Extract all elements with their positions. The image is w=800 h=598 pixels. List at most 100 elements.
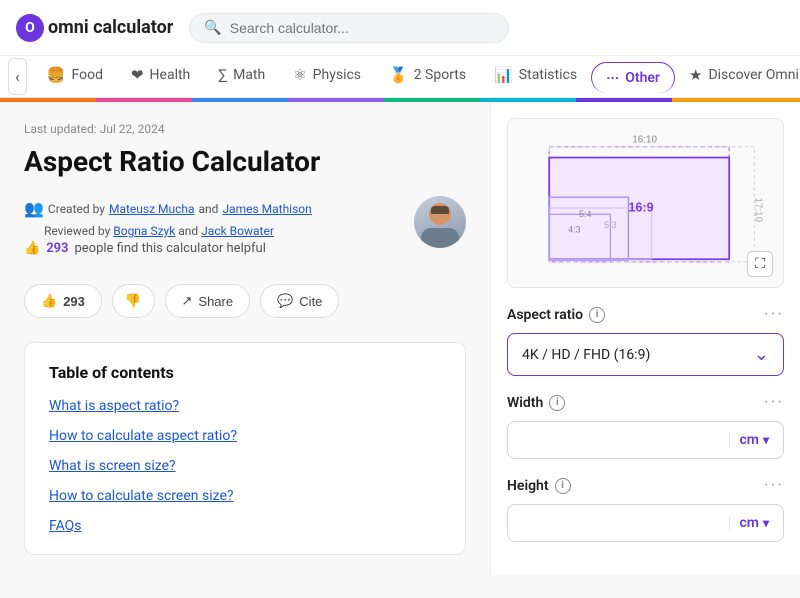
- aspect-ratio-label: Aspect ratio i: [507, 307, 605, 323]
- aspect-ratio-value: 4K / HD / FHD (16:9): [522, 347, 650, 363]
- tab-discover-label: Discover Omni: [708, 67, 798, 83]
- author4-link[interactable]: Jack Bowater: [201, 224, 274, 238]
- toc-item-2[interactable]: What is screen size?: [49, 458, 441, 474]
- logo-icon: O: [16, 14, 44, 42]
- main-content: Last updated: Jul 22, 2024 Aspect Ratio …: [0, 102, 800, 575]
- nav-back-button[interactable]: ‹: [8, 58, 27, 95]
- width-more[interactable]: ···: [764, 392, 784, 413]
- food-icon: 🍔: [47, 66, 66, 84]
- tab-physics[interactable]: ⚛ Physics: [279, 56, 375, 97]
- created-by-label: Created by: [48, 200, 105, 219]
- author2-link[interactable]: James Mathison: [222, 200, 311, 219]
- helpful-count: 293: [46, 241, 68, 256]
- table-of-contents: Table of contents What is aspect ratio? …: [24, 342, 466, 555]
- aspect-ratio-info-icon[interactable]: i: [589, 307, 605, 323]
- height-unit-select[interactable]: cm ▾: [729, 515, 770, 531]
- ratio-svg: 16:10 17:10 16:9 5:4 4:3 5:3: [524, 135, 767, 271]
- search-icon: 🔍: [204, 20, 221, 36]
- search-input[interactable]: [230, 20, 495, 36]
- last-updated: Last updated: Jul 22, 2024: [24, 122, 466, 136]
- physics-icon: ⚛: [293, 66, 306, 84]
- dislike-icon: 👎: [125, 293, 142, 308]
- svg-text:4:3: 4:3: [568, 224, 581, 234]
- tab-statistics-label: Statistics: [519, 67, 577, 83]
- thumbsup-icon: 👍: [24, 241, 40, 256]
- logo-text: omni calculator: [48, 17, 173, 38]
- dislike-button[interactable]: 👎: [112, 284, 155, 318]
- search-bar[interactable]: 🔍: [189, 13, 509, 43]
- fullscreen-button[interactable]: ⛶: [747, 251, 773, 277]
- tab-health-label: Health: [150, 67, 191, 83]
- tab-physics-label: Physics: [313, 67, 361, 83]
- authors-section: 👥 Created by Mateusz Mucha and James Mat…: [24, 196, 466, 272]
- height-info-icon[interactable]: i: [555, 478, 571, 494]
- author1-link[interactable]: Mateusz Mucha: [109, 200, 195, 219]
- width-header: Width i ···: [507, 392, 784, 413]
- action-buttons: 👍 293 👎 ↗ Share 💬 Cite: [24, 284, 466, 318]
- tab-food-label: Food: [72, 67, 103, 83]
- fullscreen-icon: ⛶: [755, 256, 765, 272]
- toc-item-4[interactable]: FAQs: [49, 518, 441, 534]
- svg-text:5:3: 5:3: [604, 220, 617, 230]
- health-icon: ❤: [131, 66, 144, 84]
- svg-text:16:10: 16:10: [632, 135, 657, 145]
- tab-other[interactable]: ··· Other: [591, 62, 675, 93]
- width-unit-select[interactable]: cm ▾: [729, 432, 770, 448]
- author3-link[interactable]: Bogna Szyk: [113, 224, 175, 238]
- height-unit-label: cm: [740, 515, 759, 531]
- aspect-ratio-field: Aspect ratio i ··· 4K / HD / FHD (16:9) …: [507, 304, 784, 376]
- aspect-ratio-more[interactable]: ···: [764, 304, 784, 325]
- aspect-ratio-header: Aspect ratio i ···: [507, 304, 784, 325]
- toc-item-3[interactable]: How to calculate screen size?: [49, 488, 441, 504]
- toc-item-1[interactable]: How to calculate aspect ratio?: [49, 428, 441, 444]
- authors-icon: 👥: [24, 196, 44, 222]
- ratio-diagram: 16:10 17:10 16:9 5:4 4:3 5:3 ⛶: [507, 118, 784, 288]
- width-unit-label: cm: [740, 432, 759, 448]
- toc-item-0[interactable]: What is aspect ratio?: [49, 398, 441, 414]
- tab-math[interactable]: ∑ Math: [204, 56, 279, 97]
- share-icon: ↗: [182, 293, 193, 309]
- tab-sports-label: 2 Sports: [414, 67, 466, 83]
- cite-icon: 💬: [277, 293, 293, 309]
- width-info-icon[interactable]: i: [549, 395, 565, 411]
- width-input-row: cm ▾: [507, 421, 784, 459]
- tab-food[interactable]: 🍔 Food: [33, 56, 117, 97]
- cite-button[interactable]: 💬 Cite: [260, 284, 339, 318]
- height-header: Height i ···: [507, 475, 784, 496]
- right-panel: 16:10 17:10 16:9 5:4 4:3 5:3 ⛶ Aspect ra…: [490, 102, 800, 575]
- reviewed-by-label: Reviewed by: [44, 224, 110, 238]
- cite-label: Cite: [299, 294, 322, 309]
- share-button[interactable]: ↗ Share: [165, 284, 251, 318]
- width-label: Width i: [507, 395, 565, 411]
- nav-tabs: ‹ 🍔 Food ❤ Health ∑ Math ⚛ Physics 🏅 2 S…: [0, 56, 800, 98]
- and2: and: [178, 224, 198, 238]
- tab-health[interactable]: ❤ Health: [117, 56, 204, 97]
- select-arrow-icon: ⌄: [754, 344, 769, 365]
- svg-text:16:9: 16:9: [628, 201, 653, 215]
- tab-sports[interactable]: 🏅 2 Sports: [375, 56, 480, 97]
- left-content: Last updated: Jul 22, 2024 Aspect Ratio …: [0, 102, 490, 575]
- page-title: Aspect Ratio Calculator: [24, 144, 466, 180]
- tab-discover[interactable]: ★ Discover Omni: [675, 56, 800, 97]
- height-input-row: cm ▾: [507, 504, 784, 542]
- tab-statistics[interactable]: 📊 Statistics: [480, 56, 591, 97]
- math-icon: ∑: [218, 66, 227, 84]
- logo[interactable]: O omni calculator: [16, 14, 173, 42]
- height-more[interactable]: ···: [764, 475, 784, 496]
- tab-math-label: Math: [233, 67, 265, 83]
- statistics-icon: 📊: [494, 66, 513, 84]
- other-icon: ···: [606, 69, 619, 87]
- width-unit-arrow: ▾: [763, 433, 769, 447]
- and1: and: [199, 200, 219, 219]
- like-icon: 👍: [41, 293, 57, 309]
- discover-icon: ★: [689, 66, 702, 84]
- height-field: Height i ··· cm ▾: [507, 475, 784, 542]
- width-field: Width i ··· cm ▾: [507, 392, 784, 459]
- svg-text:5:4: 5:4: [579, 209, 592, 219]
- aspect-ratio-select[interactable]: 4K / HD / FHD (16:9) ⌄: [507, 333, 784, 376]
- svg-text:17:10: 17:10: [753, 197, 764, 222]
- like-count: 293: [63, 294, 85, 309]
- like-button[interactable]: 👍 293: [24, 284, 102, 318]
- authors-text: 👥 Created by Mateusz Mucha and James Mat…: [24, 196, 402, 241]
- helpful-text: people find this calculator helpful: [74, 241, 265, 256]
